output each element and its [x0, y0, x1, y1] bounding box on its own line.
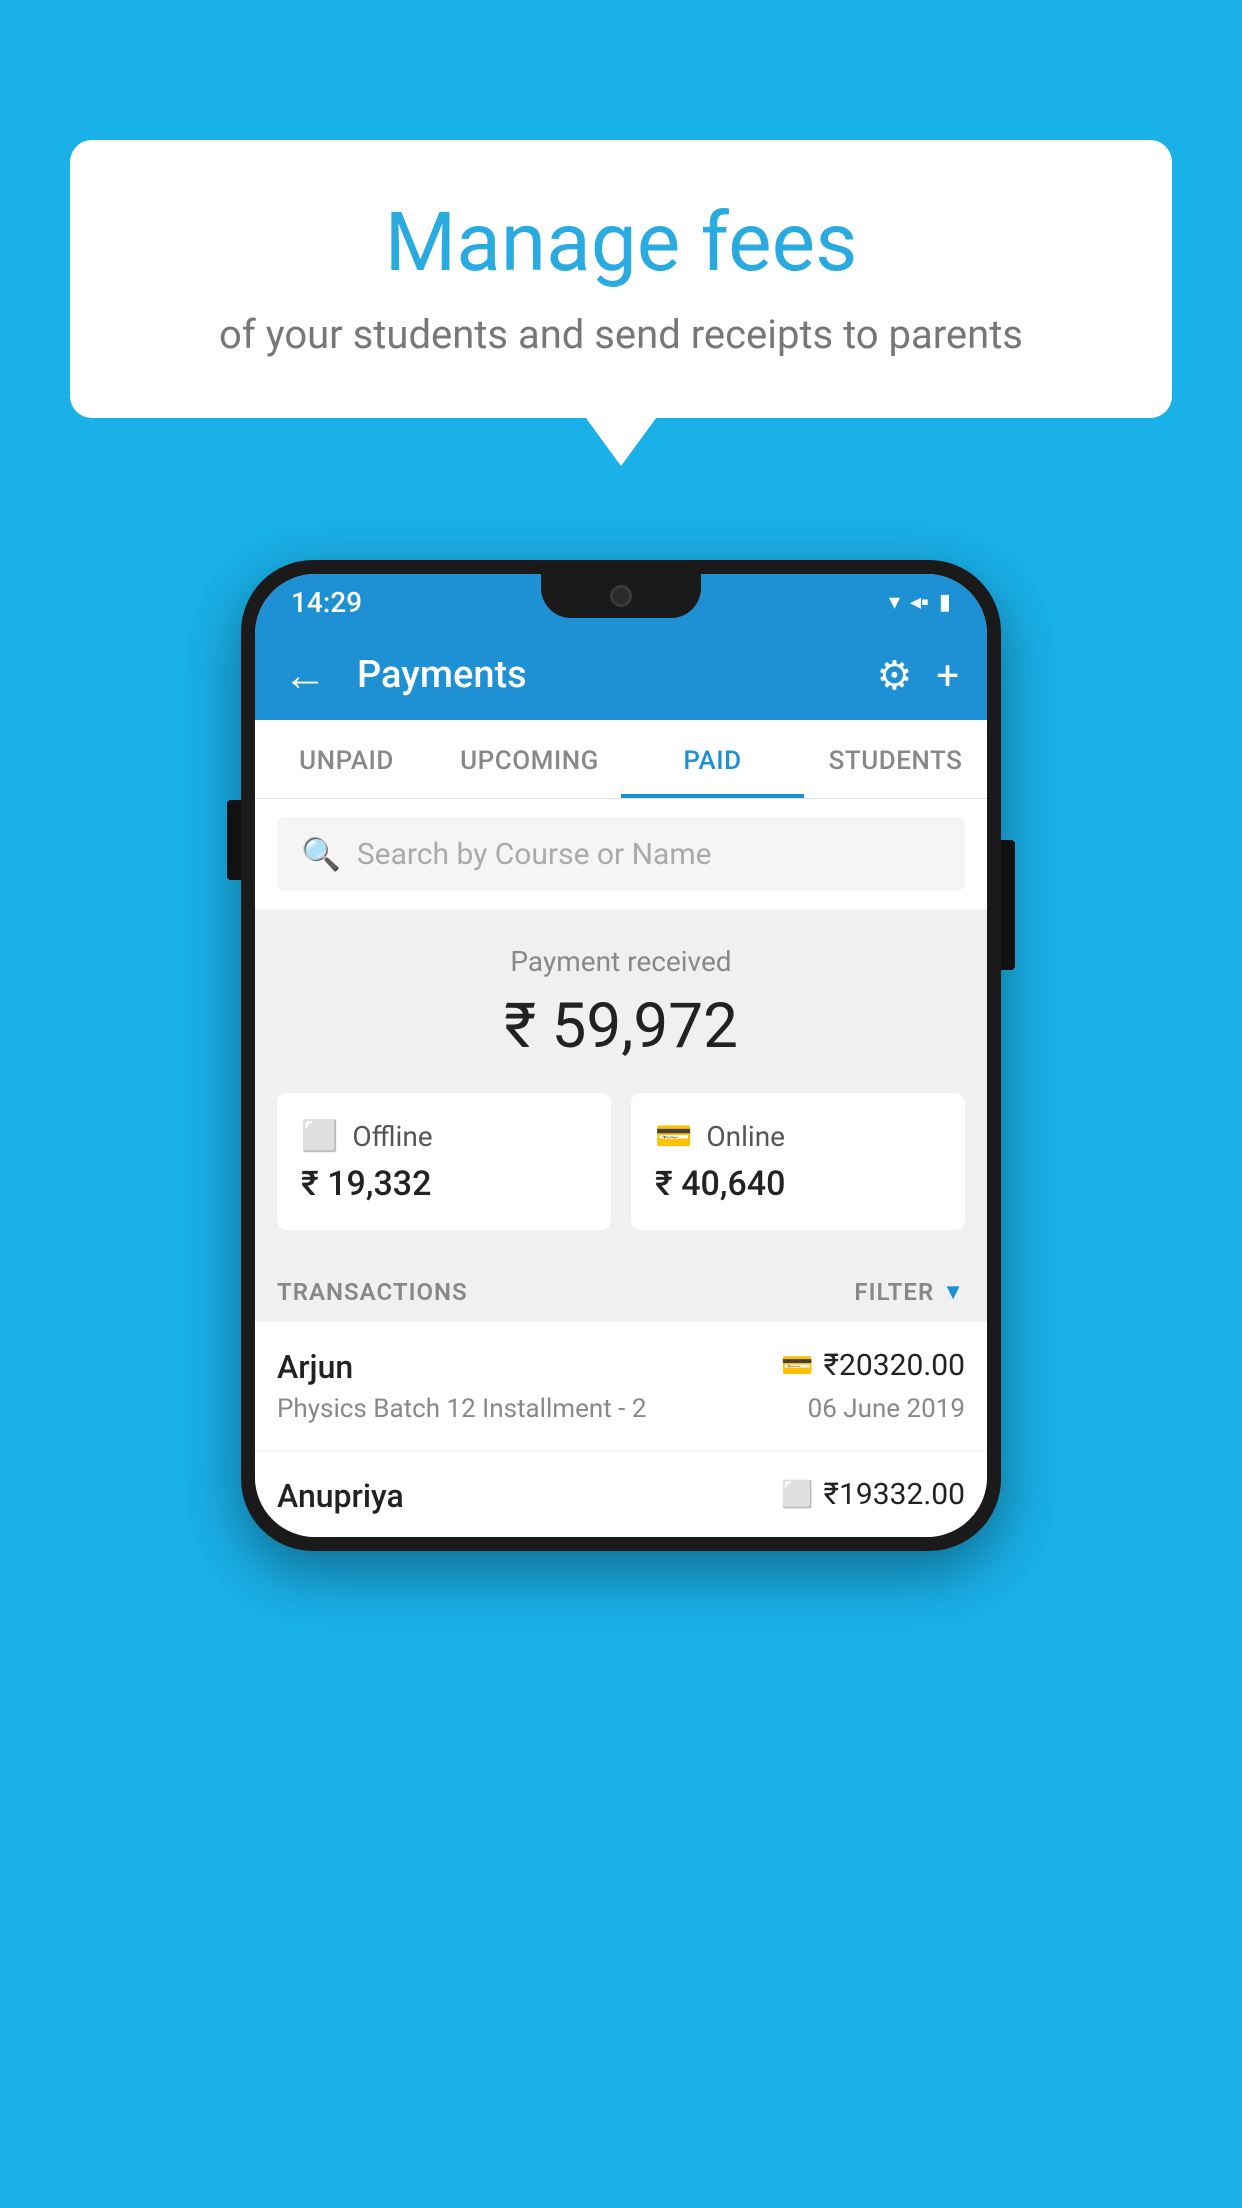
filter-icon: ▼ [942, 1279, 965, 1305]
payment-received-label: Payment received [255, 945, 987, 978]
phone-outer: 14:29 ▾ ◂▪ ▮ ← Payments ⚙ + UNPAID [241, 560, 1001, 1551]
search-box[interactable]: 🔍 Search by Course or Name [277, 817, 965, 891]
wifi-icon: ▾ [889, 590, 900, 615]
status-time: 14:29 [291, 586, 362, 619]
back-button[interactable]: ← [283, 649, 327, 701]
speech-bubble-container: Manage fees of your students and send re… [70, 140, 1172, 418]
battery-icon: ▮ [939, 590, 951, 615]
transaction-date-arjun: 06 June 2019 [808, 1394, 965, 1424]
phone-screen: 14:29 ▾ ◂▪ ▮ ← Payments ⚙ + UNPAID [255, 574, 987, 1537]
transaction-amount-row-2: ⬜ ₹19332.00 [781, 1477, 965, 1512]
transaction-name-anupriya: Anupriya [277, 1477, 404, 1515]
transaction-item-anupriya[interactable]: Anupriya ⬜ ₹19332.00 [255, 1451, 987, 1537]
camera [610, 585, 632, 607]
speech-bubble: Manage fees of your students and send re… [70, 140, 1172, 418]
app-bar-actions: ⚙ + [876, 652, 959, 699]
tabs: UNPAID UPCOMING PAID STUDENTS [255, 720, 987, 799]
phone-notch [541, 574, 701, 618]
payment-received-amount: ₹ 59,972 [255, 990, 987, 1063]
tab-paid[interactable]: PAID [621, 720, 804, 798]
transactions-label: TRANSACTIONS [277, 1278, 468, 1306]
transaction-amount-anupriya: ₹19332.00 [824, 1477, 965, 1512]
search-placeholder-text: Search by Course or Name [357, 837, 712, 872]
offline-amount: ₹ 19,332 [301, 1164, 587, 1204]
transaction-item-arjun[interactable]: Arjun 💳 ₹20320.00 Physics Batch 12 Insta… [255, 1322, 987, 1451]
transaction-course-arjun: Physics Batch 12 Installment - 2 [277, 1394, 646, 1424]
tab-students[interactable]: STUDENTS [804, 720, 987, 798]
search-container: 🔍 Search by Course or Name [255, 799, 987, 909]
manage-fees-subtext: of your students and send receipts to pa… [130, 311, 1112, 358]
offline-card: ⬜ Offline ₹ 19,332 [277, 1093, 611, 1230]
settings-icon[interactable]: ⚙ [876, 652, 912, 699]
offline-icon: ⬜ [301, 1119, 338, 1154]
online-icon: 💳 [655, 1119, 692, 1154]
transaction-amount-row: 💳 ₹20320.00 [781, 1348, 965, 1383]
filter-button[interactable]: FILTER ▼ [854, 1278, 965, 1306]
payment-cards: ⬜ Offline ₹ 19,332 💳 Online ₹ 40,640 [255, 1093, 987, 1258]
online-label: Online [706, 1120, 785, 1153]
online-card: 💳 Online ₹ 40,640 [631, 1093, 965, 1230]
transaction-name-arjun: Arjun [277, 1348, 353, 1386]
search-icon: 🔍 [301, 835, 341, 873]
online-payment-icon: 💳 [781, 1351, 813, 1381]
transaction-amount-arjun: ₹20320.00 [824, 1348, 965, 1383]
tab-unpaid[interactable]: UNPAID [255, 720, 438, 798]
transactions-header: TRANSACTIONS FILTER ▼ [255, 1258, 987, 1322]
signal-icon: ◂▪ [910, 589, 929, 615]
payment-summary: Payment received ₹ 59,972 [255, 909, 987, 1093]
page-title: Payments [357, 653, 856, 697]
offline-label: Offline [352, 1120, 432, 1153]
offline-payment-icon: ⬜ [781, 1480, 813, 1510]
status-icons: ▾ ◂▪ ▮ [889, 589, 951, 615]
add-icon[interactable]: + [936, 652, 959, 699]
app-bar: ← Payments ⚙ + [255, 630, 987, 720]
phone-mockup: 14:29 ▾ ◂▪ ▮ ← Payments ⚙ + UNPAID [241, 560, 1001, 1551]
online-amount: ₹ 40,640 [655, 1164, 941, 1204]
manage-fees-heading: Manage fees [130, 195, 1112, 291]
tab-upcoming[interactable]: UPCOMING [438, 720, 621, 798]
